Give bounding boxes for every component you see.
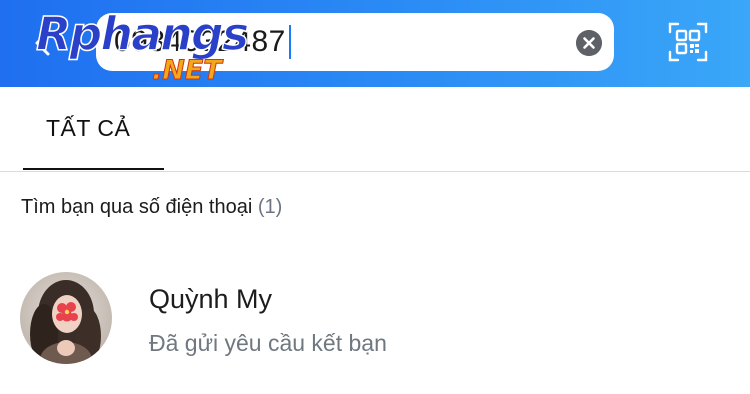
clear-circle-icon[interactable] <box>576 30 602 56</box>
tab-bar: TẤT CẢ <box>0 87 750 172</box>
top-bar: 0934032487 Rphangs .NET <box>0 0 750 87</box>
tab-label: TẤT CẢ <box>46 115 131 141</box>
avatar[interactable] <box>20 272 112 364</box>
contact-name: Quỳnh My <box>149 284 273 314</box>
text-caret <box>288 25 292 59</box>
tab-active-indicator <box>23 168 164 170</box>
watermark-logo: Rphangs .NET <box>35 7 266 92</box>
watermark-sub: .NET <box>152 55 223 86</box>
qr-code-icon[interactable] <box>668 22 708 62</box>
section-count: (1) <box>257 196 283 218</box>
list-item[interactable]: Quỳnh My Đã gửi yêu cầu kết bạn <box>0 262 750 377</box>
watermark-main: Rphangs <box>35 7 250 61</box>
section-title: Tìm bạn qua số điện thoại <box>21 196 253 218</box>
friend-request-status: Đã gửi yêu cầu kết bạn <box>149 330 387 356</box>
section-header: Tìm bạn qua số điện thoại (1) <box>21 196 282 219</box>
tab-all[interactable]: TẤT CẢ <box>23 87 164 170</box>
